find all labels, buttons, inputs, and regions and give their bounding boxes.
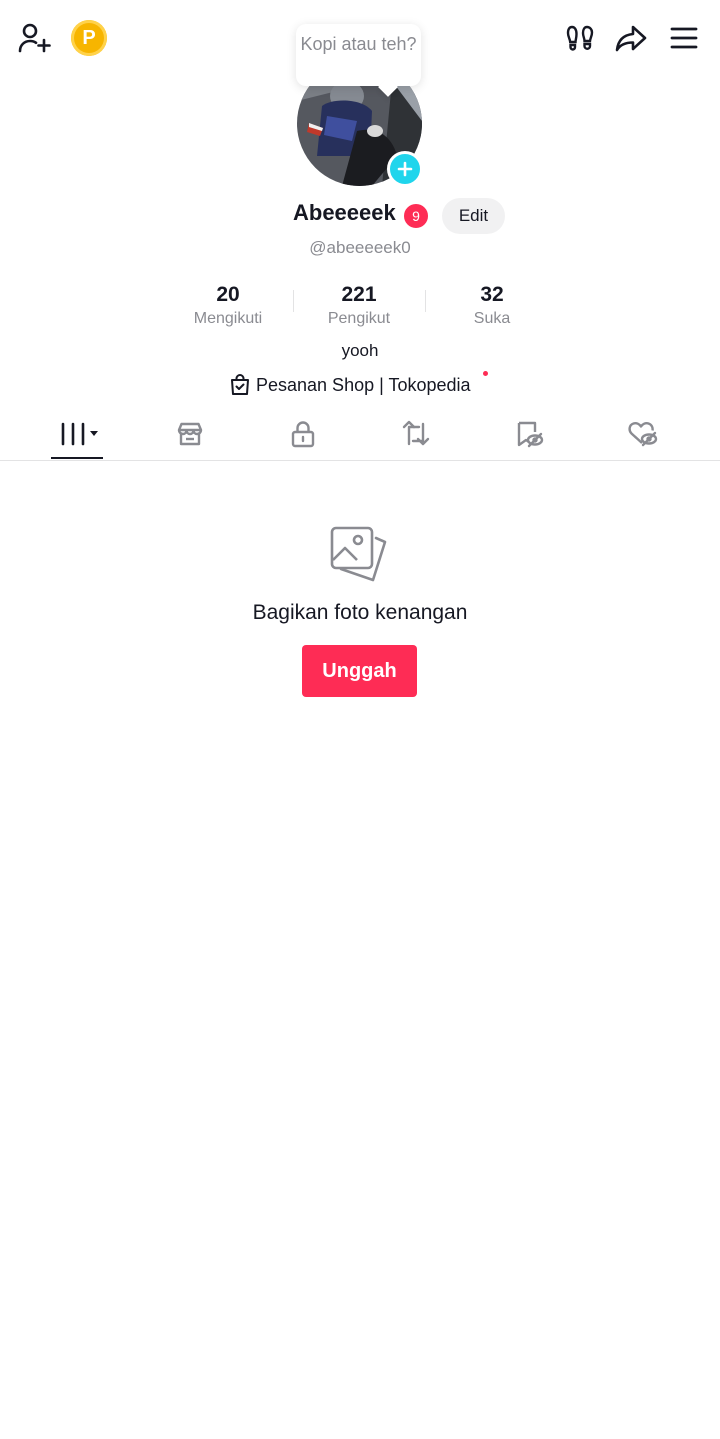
coin-icon[interactable]: P xyxy=(71,20,107,56)
coin-label: P xyxy=(82,26,96,49)
grid-icon xyxy=(61,422,98,446)
storefront-icon xyxy=(177,422,203,446)
bookmark-hidden-icon xyxy=(517,421,544,448)
lock-icon xyxy=(291,421,315,448)
add-friend-icon[interactable] xyxy=(14,18,56,58)
menu-icon[interactable] xyxy=(664,18,704,58)
stat-value: 20 xyxy=(216,283,240,306)
divider xyxy=(0,460,720,461)
display-name: Abeeeeek xyxy=(293,200,396,225)
stat-value: 32 xyxy=(480,283,504,306)
notification-badge[interactable]: 9 xyxy=(402,202,430,230)
stat-label: Mengikuti xyxy=(193,310,263,327)
stat-followers[interactable]: 221 Pengikut xyxy=(299,282,419,329)
tab-shop[interactable] xyxy=(160,414,220,454)
share-icon[interactable] xyxy=(610,18,652,58)
username: @abeeeeek0 xyxy=(309,238,411,257)
tab-reposts[interactable] xyxy=(386,414,446,454)
edit-profile-button[interactable]: Edit xyxy=(442,198,505,234)
tooltip: Kopi atau teh? xyxy=(296,24,421,86)
stat-label: Pengikut xyxy=(327,310,391,327)
bio: yooh xyxy=(341,341,379,360)
divider xyxy=(425,290,426,312)
stat-label: Suka xyxy=(473,310,511,327)
shop-link-label: Pesanan Shop | Tokopedia xyxy=(256,374,471,395)
new-dot xyxy=(483,371,488,376)
heart-hidden-icon xyxy=(628,421,658,447)
active-tab-indicator xyxy=(51,457,103,459)
upload-button[interactable]: Unggah xyxy=(302,645,417,697)
photos-icon xyxy=(328,524,390,586)
stat-value: 221 xyxy=(341,283,377,306)
divider xyxy=(293,290,294,312)
repost-icon xyxy=(402,420,430,446)
tab-videos[interactable] xyxy=(48,414,108,454)
empty-state-title: Bagikan foto kenangan xyxy=(252,601,468,624)
footprint-icon[interactable] xyxy=(560,18,600,58)
shop-orders-link[interactable]: Pesanan Shop | Tokopedia xyxy=(230,372,471,398)
stat-following[interactable]: 20 Mengikuti xyxy=(168,282,288,329)
tab-private[interactable] xyxy=(273,414,333,454)
add-avatar-button[interactable] xyxy=(387,151,423,187)
tab-favorites[interactable] xyxy=(500,414,560,454)
shopping-bag-icon xyxy=(231,374,249,395)
tab-liked[interactable] xyxy=(613,414,673,454)
stat-likes[interactable]: 32 Suka xyxy=(432,282,552,329)
